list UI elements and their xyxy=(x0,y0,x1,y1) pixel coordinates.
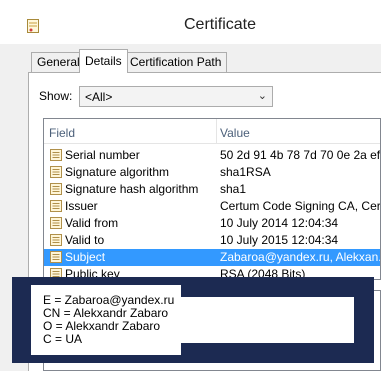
row-field: Signature hash algorithm xyxy=(65,182,199,196)
row-value: Zabaroa@yandex.ru, Alekxan... xyxy=(220,250,381,264)
column-header-field[interactable]: Field xyxy=(49,126,75,140)
field-icon xyxy=(50,149,62,161)
list-row-serial-number[interactable]: Serial number 50 2d 91 4b 78 7d 70 0e 2a… xyxy=(44,147,381,164)
row-field: Serial number xyxy=(65,148,140,162)
row-value: sha1 xyxy=(220,182,247,196)
column-divider[interactable] xyxy=(216,119,217,144)
column-header-value[interactable]: Value xyxy=(220,126,250,140)
tab-details[interactable]: Details xyxy=(79,49,128,73)
row-value: 50 2d 91 4b 78 7d 70 0e 2a ef... xyxy=(220,148,381,162)
list-row-subject[interactable]: Subject Zabaroa@yandex.ru, Alekxan... xyxy=(44,249,381,266)
detail-line: CN = Alekxandr Zabaro xyxy=(43,306,169,320)
window-title: Certificate xyxy=(183,16,257,33)
tab-certification-path[interactable]: Certification Path xyxy=(124,52,228,72)
tab-general[interactable]: General xyxy=(31,52,86,72)
list-header: Field Value xyxy=(44,119,380,144)
detail-line: E = Zabaroa@yandex.ru xyxy=(43,293,175,307)
list-row-signature-algorithm[interactable]: Signature algorithm sha1RSA xyxy=(44,164,380,181)
field-icon xyxy=(50,166,62,178)
row-field: Subject xyxy=(65,250,106,264)
title-bar: Certificate xyxy=(0,0,381,44)
detail-line: C = UA xyxy=(43,332,83,346)
list-row-valid-from[interactable]: Valid from 10 July 2014 12:04:34 xyxy=(44,215,380,232)
list-row-signature-hash-algorithm[interactable]: Signature hash algorithm sha1 xyxy=(44,181,380,198)
list-row-issuer[interactable]: Issuer Certum Code Signing CA, Cert... xyxy=(44,198,381,215)
certificate-icon xyxy=(27,19,39,33)
field-icon xyxy=(50,183,62,195)
field-icon xyxy=(50,234,62,246)
show-dropdown-value: <All> xyxy=(85,90,113,104)
field-icon xyxy=(50,200,62,212)
field-icon xyxy=(50,217,62,229)
row-field: Signature algorithm xyxy=(65,165,170,179)
row-value: 10 July 2015 12:04:34 xyxy=(220,233,339,247)
detail-line: O = Alekxandr Zabaro xyxy=(43,319,161,333)
row-value: 10 July 2014 12:04:34 xyxy=(220,216,339,230)
field-icon xyxy=(50,251,62,263)
row-field: Valid to xyxy=(65,233,105,247)
chevron-down-icon: ⌄ xyxy=(257,90,267,102)
show-dropdown[interactable]: <All> ⌄ xyxy=(79,86,273,107)
row-field: Issuer xyxy=(65,199,98,213)
list-row-valid-to[interactable]: Valid to 10 July 2015 12:04:34 xyxy=(44,232,380,249)
row-value: sha1RSA xyxy=(220,165,271,179)
show-label: Show: xyxy=(39,89,73,103)
fields-list[interactable]: Field Value Serial number 50 2d 91 4b 78… xyxy=(43,118,381,280)
row-field: Valid from xyxy=(65,216,119,230)
certificate-window: Certificate General Details Certificatio… xyxy=(0,0,381,371)
row-value: Certum Code Signing CA, Cert... xyxy=(220,199,381,213)
